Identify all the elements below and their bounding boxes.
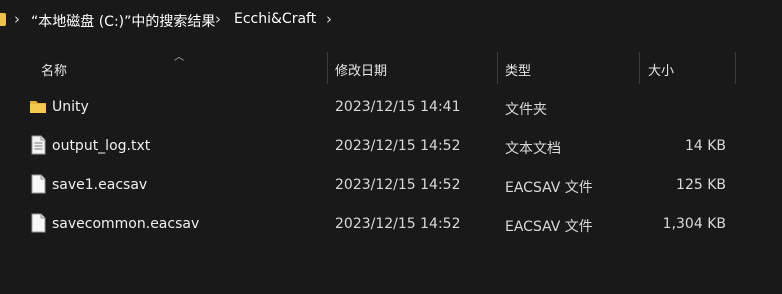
file-name[interactable]: save1.eacsav	[52, 177, 147, 193]
file-modified: 2023/12/15 14:52	[335, 138, 461, 154]
column-header-row: ︿ 名称 修改日期 类型 大小	[0, 52, 782, 84]
file-modified: 2023/12/15 14:52	[335, 216, 461, 232]
file-type: 文本文档	[505, 141, 561, 157]
file-size: 1,304 KB	[662, 216, 726, 232]
file-type: 文件夹	[505, 102, 547, 118]
file-name[interactable]: output_log.txt	[52, 138, 150, 154]
breadcrumb-current-folder[interactable]: Ecchi&Craft	[234, 11, 316, 27]
column-header-name[interactable]: 名称	[41, 60, 67, 79]
text-file-icon	[31, 135, 46, 155]
column-divider[interactable]	[327, 52, 328, 84]
file-icon	[31, 213, 46, 233]
file-name[interactable]: savecommon.eacsav	[52, 216, 199, 232]
column-divider[interactable]	[735, 52, 736, 84]
file-icon	[31, 174, 46, 194]
column-divider[interactable]	[497, 52, 498, 84]
file-type: EACSAV 文件	[505, 180, 593, 196]
column-header-modified[interactable]: 修改日期	[335, 60, 387, 79]
chevron-right-icon[interactable]: ›	[14, 10, 20, 28]
breadcrumb-search-results[interactable]: “本地磁盘 (C:)”中的搜索结果	[31, 11, 215, 31]
file-modified: 2023/12/15 14:41	[335, 99, 461, 115]
file-name[interactable]: Unity	[52, 99, 89, 115]
file-row[interactable]: output_log.txt 2023/12/15 14:52 文本文档 14 …	[0, 127, 782, 166]
file-row[interactable]: Unity 2023/12/15 14:41 文件夹	[0, 88, 782, 127]
file-size: 125 KB	[676, 177, 726, 193]
file-explorer-window: › “本地磁盘 (C:)”中的搜索结果 › Ecchi&Craft › ︿ 名称…	[0, 0, 782, 294]
column-header-type[interactable]: 类型	[505, 60, 531, 79]
file-size: 14 KB	[684, 138, 726, 154]
folder-icon	[0, 13, 6, 26]
chevron-right-icon[interactable]: ›	[215, 10, 221, 28]
file-type: EACSAV 文件	[505, 219, 593, 235]
sort-ascending-icon: ︿	[174, 52, 184, 63]
file-modified: 2023/12/15 14:52	[335, 177, 461, 193]
file-row[interactable]: save1.eacsav 2023/12/15 14:52 EACSAV 文件 …	[0, 166, 782, 205]
column-divider[interactable]	[639, 52, 640, 84]
column-header-size[interactable]: 大小	[648, 60, 674, 79]
file-row[interactable]: savecommon.eacsav 2023/12/15 14:52 EACSA…	[0, 205, 782, 244]
breadcrumb: › “本地磁盘 (C:)”中的搜索结果 › Ecchi&Craft ›	[0, 0, 782, 40]
folder-icon	[30, 101, 46, 113]
chevron-right-icon[interactable]: ›	[326, 10, 332, 28]
